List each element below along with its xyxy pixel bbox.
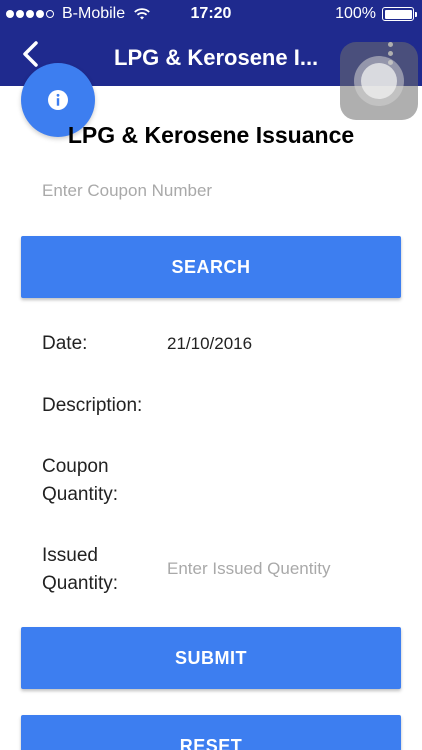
battery-icon <box>382 7 417 21</box>
issued-quantity-label: Issued Quantity: <box>42 542 118 598</box>
status-right: 100% <box>335 5 417 23</box>
coupon-quantity-label-line1: Coupon <box>42 456 109 477</box>
status-bar: B-Mobile 17:20 100% <box>0 0 422 28</box>
coupon-quantity-label: Coupon Quantity: <box>42 453 118 509</box>
date-value: 21/10/2016 <box>167 334 253 353</box>
assistive-touch-icon <box>361 63 397 99</box>
info-icon <box>48 90 68 110</box>
page-title: LPG & Kerosene Issuance <box>67 122 355 148</box>
issued-quantity-input[interactable] <box>167 556 397 582</box>
submit-button[interactable]: SUBMIT <box>21 627 401 689</box>
battery-fill <box>384 9 412 19</box>
assistive-touch-button[interactable] <box>340 42 418 120</box>
description-label: Description: <box>42 395 143 416</box>
issued-quantity-label-line2: Quantity: <box>42 573 119 594</box>
search-button[interactable]: SEARCH <box>21 236 401 298</box>
date-label: Date: <box>42 333 88 354</box>
battery-percent: 100% <box>335 5 376 22</box>
reset-button[interactable]: RESET <box>21 715 401 750</box>
coupon-quantity-label-line2: Quantity: <box>42 484 119 505</box>
coupon-number-input[interactable] <box>42 177 382 205</box>
app-bar-title: LPG & Kerosene I... <box>114 45 319 70</box>
issued-quantity-label-line1: Issued <box>42 545 98 566</box>
